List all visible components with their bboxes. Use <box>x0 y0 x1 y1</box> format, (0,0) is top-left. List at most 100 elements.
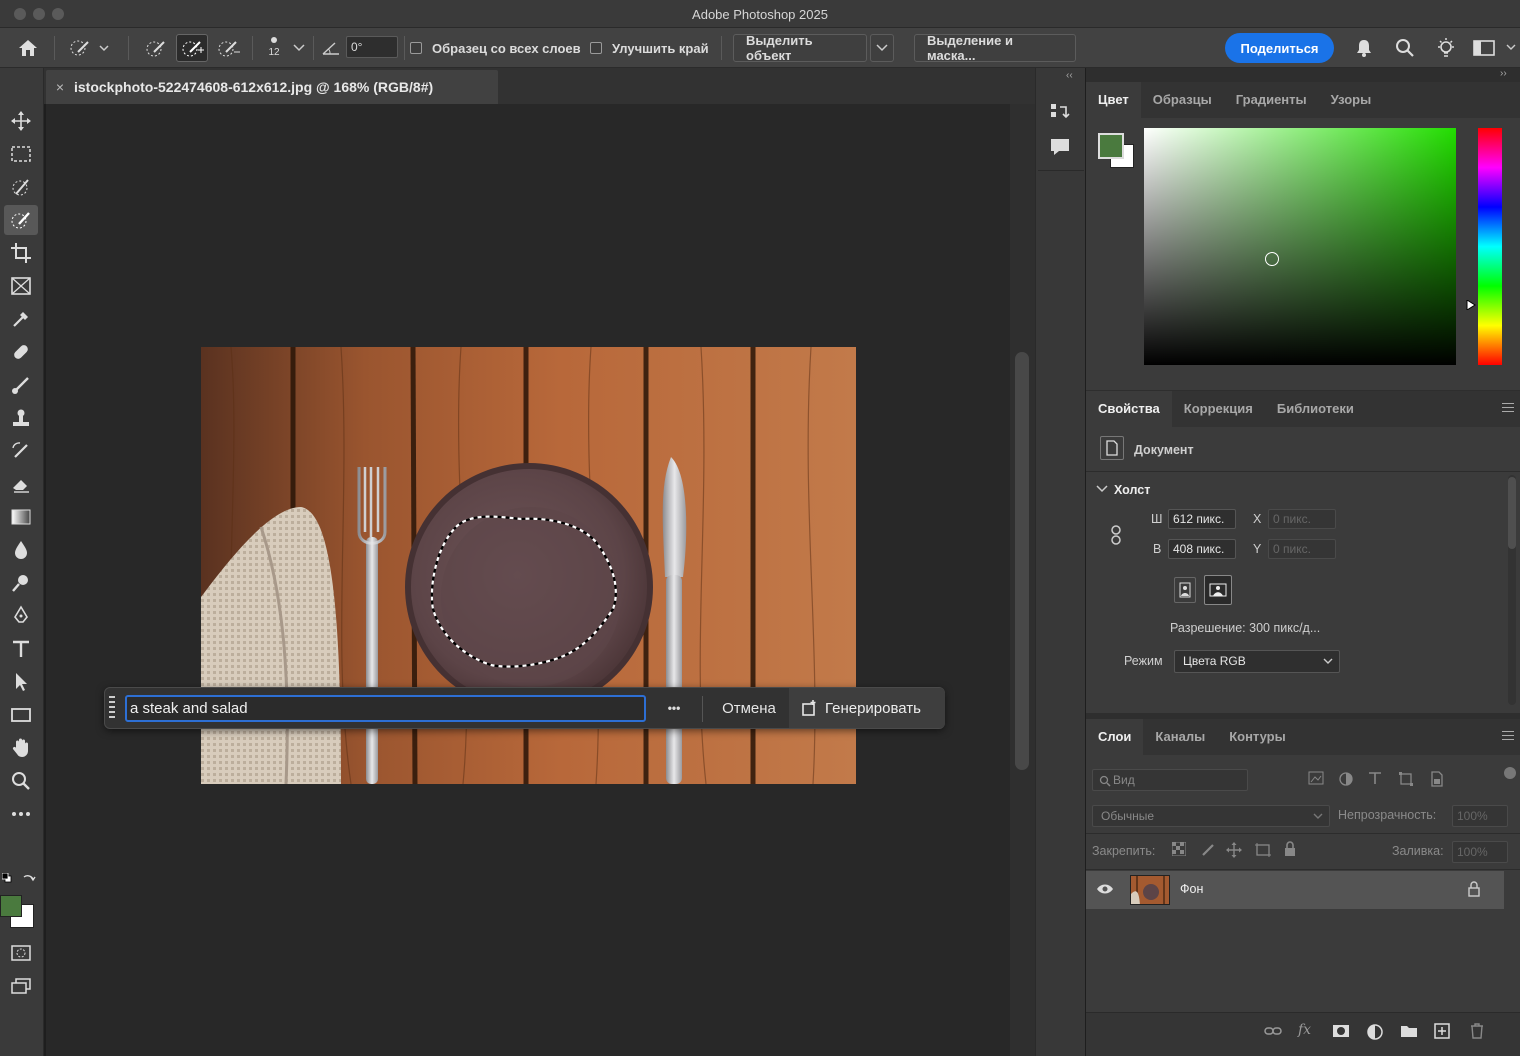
screen-mode-icon[interactable] <box>4 971 38 1001</box>
workspace-icon[interactable] <box>1470 34 1498 62</box>
landscape-orientation-icon[interactable] <box>1204 575 1232 605</box>
rectangle-tool-icon[interactable] <box>4 700 38 730</box>
blur-tool-icon[interactable] <box>4 535 38 565</box>
filter-adjustment-icon[interactable] <box>1338 771 1358 789</box>
select-and-mask-button[interactable]: Выделение и маска... <box>914 33 1076 63</box>
enhance-edge-checkbox[interactable] <box>590 34 602 62</box>
canvas-scroll-thumb[interactable] <box>1015 352 1029 770</box>
filter-type-icon[interactable] <box>1368 771 1388 789</box>
pen-tool-icon[interactable] <box>4 601 38 631</box>
portrait-orientation-icon[interactable] <box>1174 577 1196 603</box>
generate-button[interactable]: Генерировать <box>789 688 945 728</box>
color-picker-cursor[interactable] <box>1265 252 1279 266</box>
new-selection-icon[interactable] <box>140 34 172 62</box>
type-tool-icon[interactable] <box>4 634 38 664</box>
canvas-section-title[interactable]: Холст <box>1114 483 1150 497</box>
history-icon[interactable] <box>1048 100 1074 126</box>
dock-collapse-button[interactable]: ‹‹ <box>1066 70 1073 81</box>
layers-menu-icon[interactable] <box>1502 731 1514 741</box>
search-icon[interactable] <box>1391 34 1419 62</box>
chevron-down-icon[interactable] <box>290 34 308 62</box>
lock-brush-icon[interactable] <box>1200 842 1216 858</box>
comments-icon[interactable] <box>1048 136 1074 162</box>
zoom-tool-icon[interactable] <box>4 766 38 796</box>
new-layer-icon[interactable] <box>1434 1023 1454 1043</box>
select-subject-button[interactable]: Выделить объект <box>733 33 867 63</box>
brush-size-picker[interactable]: 12 <box>262 34 286 62</box>
share-button[interactable]: Поделиться <box>1225 33 1334 63</box>
close-tab-button[interactable]: × <box>46 79 74 95</box>
eraser-tool-icon[interactable] <box>4 469 38 499</box>
frame-tool-icon[interactable] <box>4 271 38 301</box>
properties-menu-icon[interactable] <box>1502 403 1514 413</box>
object-selection-tool-icon[interactable] <box>4 172 38 202</box>
hand-tool-icon[interactable] <box>4 733 38 763</box>
opacity-input[interactable]: 100% <box>1452 805 1508 827</box>
add-mask-icon[interactable] <box>1332 1024 1352 1042</box>
hue-slider[interactable] <box>1478 128 1502 365</box>
width-input[interactable]: 612 пикс. <box>1168 509 1236 529</box>
home-icon[interactable] <box>10 34 46 62</box>
tab-gradients[interactable]: Градиенты <box>1224 82 1319 118</box>
subtract-from-selection-icon[interactable] <box>212 34 244 62</box>
tab-paths[interactable]: Контуры <box>1217 719 1298 755</box>
add-to-selection-icon[interactable] <box>176 34 208 62</box>
document-tab[interactable]: × istockphoto-522474608-612x612.jpg @ 16… <box>46 70 498 104</box>
tab-adjustments[interactable]: Коррекция <box>1172 391 1265 427</box>
link-dimensions-icon[interactable] <box>1110 525 1124 545</box>
quick-selection-tool-icon[interactable] <box>4 205 38 235</box>
bell-icon[interactable] <box>1350 34 1378 62</box>
hue-slider-handle[interactable] <box>1466 300 1476 310</box>
color-field[interactable] <box>1144 128 1456 365</box>
tab-layers[interactable]: Слои <box>1086 719 1144 755</box>
panels-collapse-button[interactable]: ›› <box>1500 68 1520 79</box>
lock-transparent-icon[interactable] <box>1172 842 1188 858</box>
tool-preset-picker[interactable] <box>62 34 114 62</box>
new-group-icon[interactable] <box>1400 1024 1420 1042</box>
brush-tool-icon[interactable] <box>4 370 38 400</box>
move-tool-icon[interactable] <box>4 106 38 136</box>
history-brush-tool-icon[interactable] <box>4 436 38 466</box>
link-layers-icon[interactable] <box>1264 1025 1284 1043</box>
blend-mode-select[interactable]: Обычные <box>1092 805 1330 827</box>
filter-toggle[interactable] <box>1504 767 1516 779</box>
drag-handle-icon[interactable] <box>109 694 115 722</box>
clone-stamp-tool-icon[interactable] <box>4 403 38 433</box>
delete-layer-icon[interactable] <box>1470 1023 1490 1043</box>
default-colors-icon[interactable] <box>2 873 12 883</box>
cancel-button[interactable]: Отмена <box>711 696 787 722</box>
layer-filter-select[interactable]: Вид <box>1092 769 1248 791</box>
lock-artboard-icon[interactable] <box>1254 842 1272 858</box>
path-selection-tool-icon[interactable] <box>4 667 38 697</box>
sample-all-layers-checkbox[interactable] <box>410 34 422 62</box>
new-fill-adjustment-icon[interactable] <box>1366 1023 1386 1043</box>
filter-pixel-icon[interactable] <box>1308 771 1328 789</box>
tab-color[interactable]: Цвет <box>1086 82 1141 118</box>
crop-tool-icon[interactable] <box>4 238 38 268</box>
tab-patterns[interactable]: Узоры <box>1319 82 1384 118</box>
lock-all-icon[interactable] <box>1284 841 1300 857</box>
lock-move-icon[interactable] <box>1226 842 1242 858</box>
tab-swatches[interactable]: Образцы <box>1141 82 1224 118</box>
eye-icon[interactable] <box>1096 883 1114 897</box>
y-input[interactable]: 0 пикс. <box>1268 539 1336 559</box>
filter-shape-icon[interactable] <box>1398 771 1418 789</box>
filter-smart-object-icon[interactable] <box>1430 771 1450 789</box>
marquee-tool-icon[interactable] <box>4 139 38 169</box>
quick-mask-icon[interactable] <box>4 938 38 968</box>
healing-brush-tool-icon[interactable] <box>4 337 38 367</box>
angle-input[interactable]: 0° <box>346 36 398 58</box>
fill-input[interactable]: 100% <box>1452 841 1508 863</box>
canvas-section-chevron-icon[interactable] <box>1096 485 1108 495</box>
more-tools-icon[interactable] <box>4 799 38 829</box>
foreground-color-swatch[interactable] <box>0 895 22 917</box>
tab-channels[interactable]: Каналы <box>1143 719 1217 755</box>
x-input[interactable]: 0 пикс. <box>1268 509 1336 529</box>
mode-select[interactable]: Цвета RGB <box>1174 650 1340 673</box>
workspace-chevron-icon[interactable] <box>1504 34 1518 62</box>
gradient-tool-icon[interactable] <box>4 502 38 532</box>
dodge-tool-icon[interactable] <box>4 568 38 598</box>
tab-properties[interactable]: Свойства <box>1086 391 1172 427</box>
swap-colors-icon[interactable] <box>22 873 36 885</box>
eyedropper-tool-icon[interactable] <box>4 304 38 334</box>
